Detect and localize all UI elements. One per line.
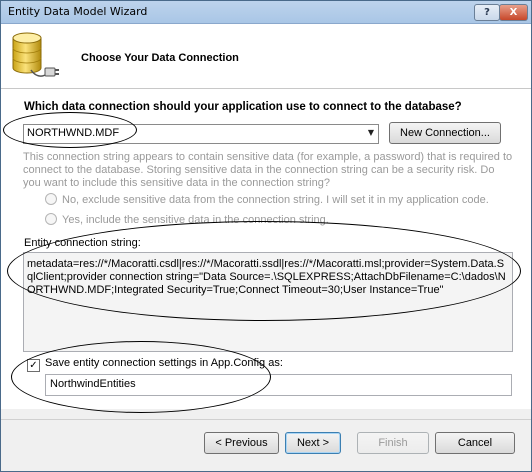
entities-name-value: NorthwindEntities [50, 378, 136, 390]
wizard-window: Entity Data Model Wizard ? X Choose Your… [0, 0, 532, 472]
close-button[interactable]: X [499, 4, 528, 21]
help-button[interactable]: ? [474, 4, 500, 21]
radio-button[interactable] [45, 213, 57, 225]
save-settings-checkbox[interactable]: ✓ [27, 359, 40, 372]
title-bar[interactable]: Entity Data Model Wizard ? X [1, 1, 531, 24]
save-settings-row[interactable]: ✓ Save entity connection settings in App.… [27, 357, 283, 372]
sensitive-data-warning: This connection string appears to contai… [23, 151, 513, 189]
finish-button[interactable]: Finish [357, 432, 429, 454]
save-settings-label: Save entity connection settings in App.C… [45, 357, 283, 369]
connection-question: Which data connection should your applic… [24, 101, 462, 113]
connection-string-text: metadata=res://*/Macoratti.csdl|res://*/… [27, 258, 506, 296]
database-plug-icon [12, 32, 59, 77]
chevron-down-icon[interactable]: ▼ [368, 128, 374, 137]
wizard-content: Which data connection should your applic… [1, 89, 531, 409]
entities-name-input[interactable]: NorthwindEntities [45, 374, 512, 396]
radio-exclude-sensitive[interactable]: No, exclude sensitive data from the conn… [45, 193, 489, 206]
new-connection-button[interactable]: New Connection... [389, 122, 501, 144]
footer-divider [1, 419, 531, 420]
connection-dropdown-value: NORTHWND.MDF [27, 127, 120, 139]
connection-dropdown[interactable]: NORTHWND.MDF ▼ [23, 124, 379, 144]
radio-include-sensitive[interactable]: Yes, include the sensitive data in the c… [45, 213, 329, 226]
radio-button[interactable] [45, 193, 57, 205]
connection-string-box[interactable]: metadata=res://*/Macoratti.csdl|res://*/… [23, 252, 513, 352]
page-title: Choose Your Data Connection [81, 52, 239, 64]
radio-label: Yes, include the sensitive data in the c… [62, 214, 329, 226]
checkmark-icon: ✓ [29, 360, 38, 371]
window-title: Entity Data Model Wizard [8, 5, 148, 18]
next-button[interactable]: Next > [285, 432, 341, 454]
connection-string-label: Entity connection string: [24, 237, 141, 249]
wizard-header: Choose Your Data Connection [1, 24, 531, 89]
cancel-button[interactable]: Cancel [435, 432, 515, 454]
radio-label: No, exclude sensitive data from the conn… [62, 194, 489, 206]
previous-button[interactable]: < Previous [204, 432, 279, 454]
